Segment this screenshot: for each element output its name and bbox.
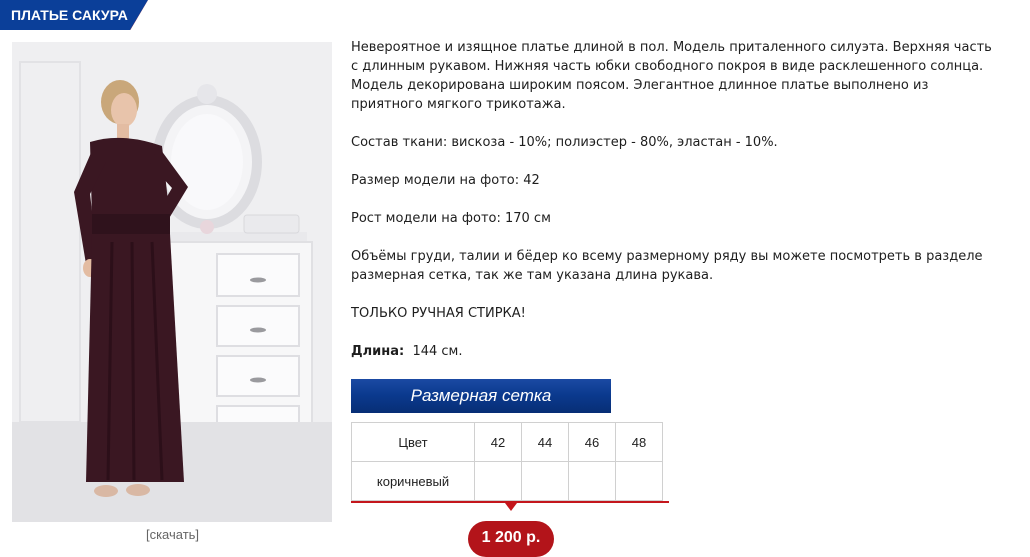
size-46: 46 [568,422,616,462]
size-cell-44[interactable] [521,461,569,501]
length-line: Длина: 144 см. [351,342,1001,361]
page-title: ПЛАТЬЕ САКУРА [0,0,148,30]
color-header: Цвет [351,422,475,462]
price-badge: 1 200 р. [468,521,554,557]
size-42: 42 [474,422,522,462]
product-photo[interactable] [12,42,332,522]
size-grid-button[interactable]: Размерная сетка [351,379,611,413]
table-row: коричневый [351,461,663,501]
length-label: Длина: [351,344,405,359]
volumes-note: Объёмы груди, талии и бёдер ко всему раз… [351,249,983,283]
wash-note: ТОЛЬКО РУЧНАЯ СТИРКА! [351,306,526,321]
size-table: Цвет 42 44 46 48 коричневый [351,422,663,501]
arrow-down-icon [505,503,517,511]
length-value: 144 см. [412,344,463,359]
size-44: 44 [521,422,569,462]
product-photo-illustration [12,42,332,522]
model-height: Рост модели на фото: 170 см [351,211,551,226]
size-48: 48 [615,422,663,462]
model-size: Размер модели на фото: 42 [351,173,540,188]
color-name: коричневый [351,461,475,501]
product-description: Невероятное и изящное платье длиной в по… [351,38,1001,380]
size-cell-42[interactable] [474,461,522,501]
description-intro: Невероятное и изящное платье длиной в по… [351,40,992,112]
download-link[interactable]: [скачать] [0,527,345,542]
size-cell-48[interactable] [615,461,663,501]
fabric-composition: Состав ткани: вискоза - 10%; полиэстер -… [351,135,778,150]
size-cell-46[interactable] [568,461,616,501]
size-header-row: Цвет 42 44 46 48 [351,422,663,462]
